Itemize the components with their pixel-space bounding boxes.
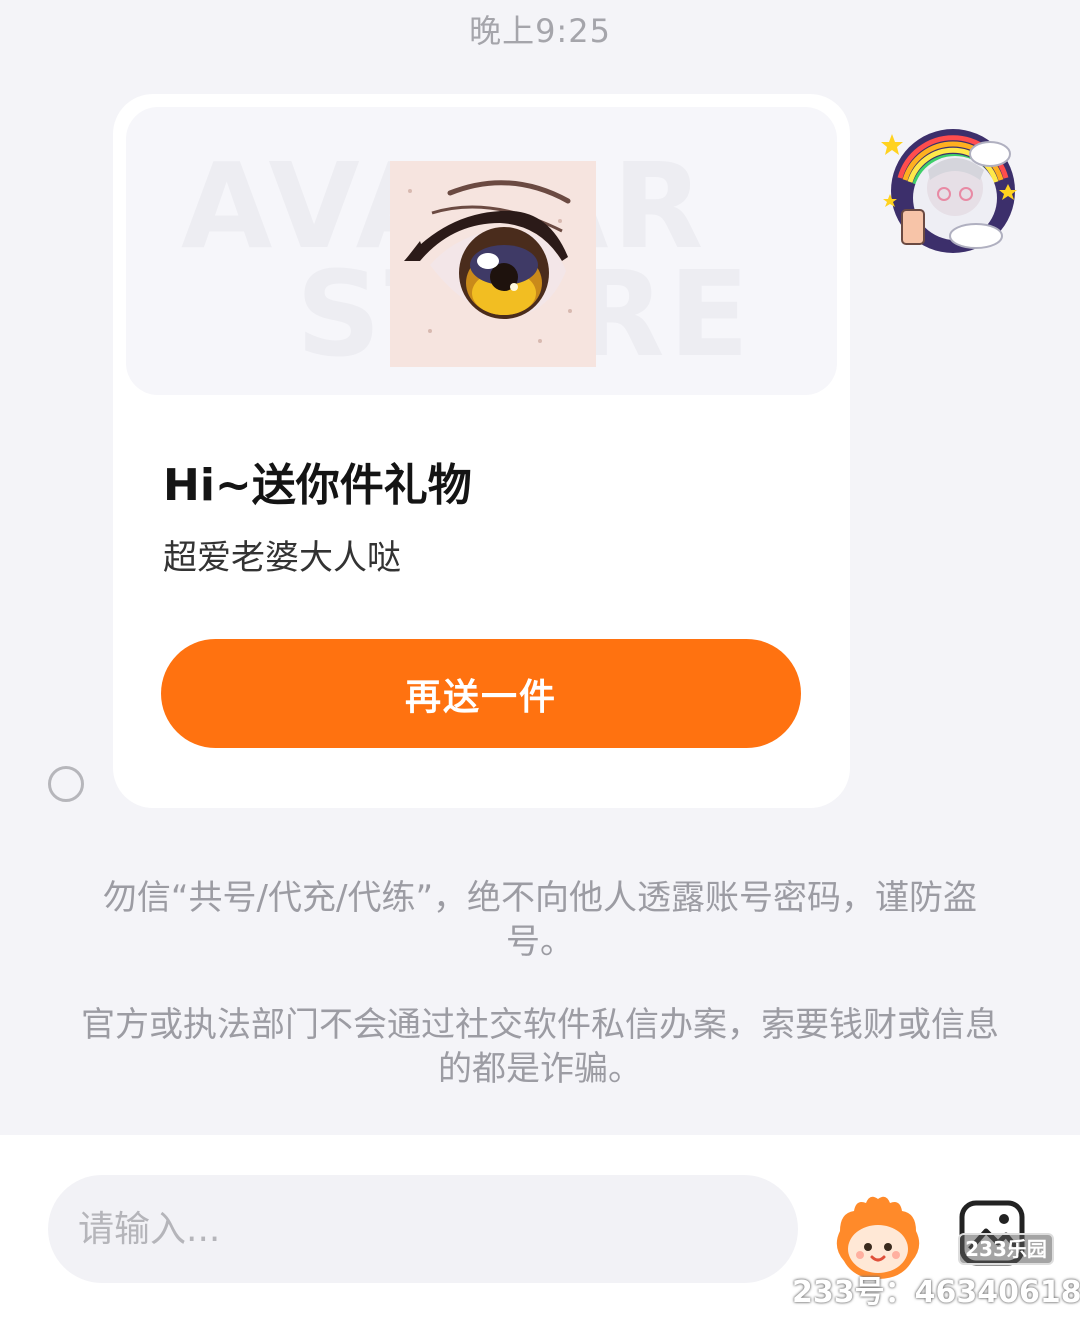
send-again-button[interactable]: 再送一件	[161, 639, 801, 748]
gift-card-title: Hi~送你件礼物	[163, 460, 472, 511]
message-timestamp: 晚上9:25	[469, 12, 611, 50]
message-input-bar: 233乐园 233号：463406182	[0, 1135, 1080, 1320]
gift-card-banner: AVATAR STORE	[126, 107, 837, 395]
anti-scam-notice: 官方或执法部门不会通过社交软件私信办案，索要钱财或信息的都是诈骗。	[81, 1005, 999, 1089]
watermark-id-text: 233号：463406182	[792, 1275, 1080, 1310]
gift-card-message: 超爱老婆大人哒	[163, 538, 401, 578]
message-select-checkbox[interactable]	[48, 766, 84, 802]
gift-item-eye-image	[390, 161, 596, 367]
avatar[interactable]	[880, 118, 1026, 264]
anti-fraud-notice: 勿信“共号/代充/代练”，绝不向他人透露账号密码，谨防盗号。	[102, 878, 978, 962]
gift-card[interactable]: AVATAR STORE Hi~送你件礼物 超爱老婆大人哒 再送一件	[113, 94, 850, 808]
watermark-badge: 233乐园	[958, 1233, 1054, 1265]
message-input[interactable]	[48, 1175, 798, 1283]
